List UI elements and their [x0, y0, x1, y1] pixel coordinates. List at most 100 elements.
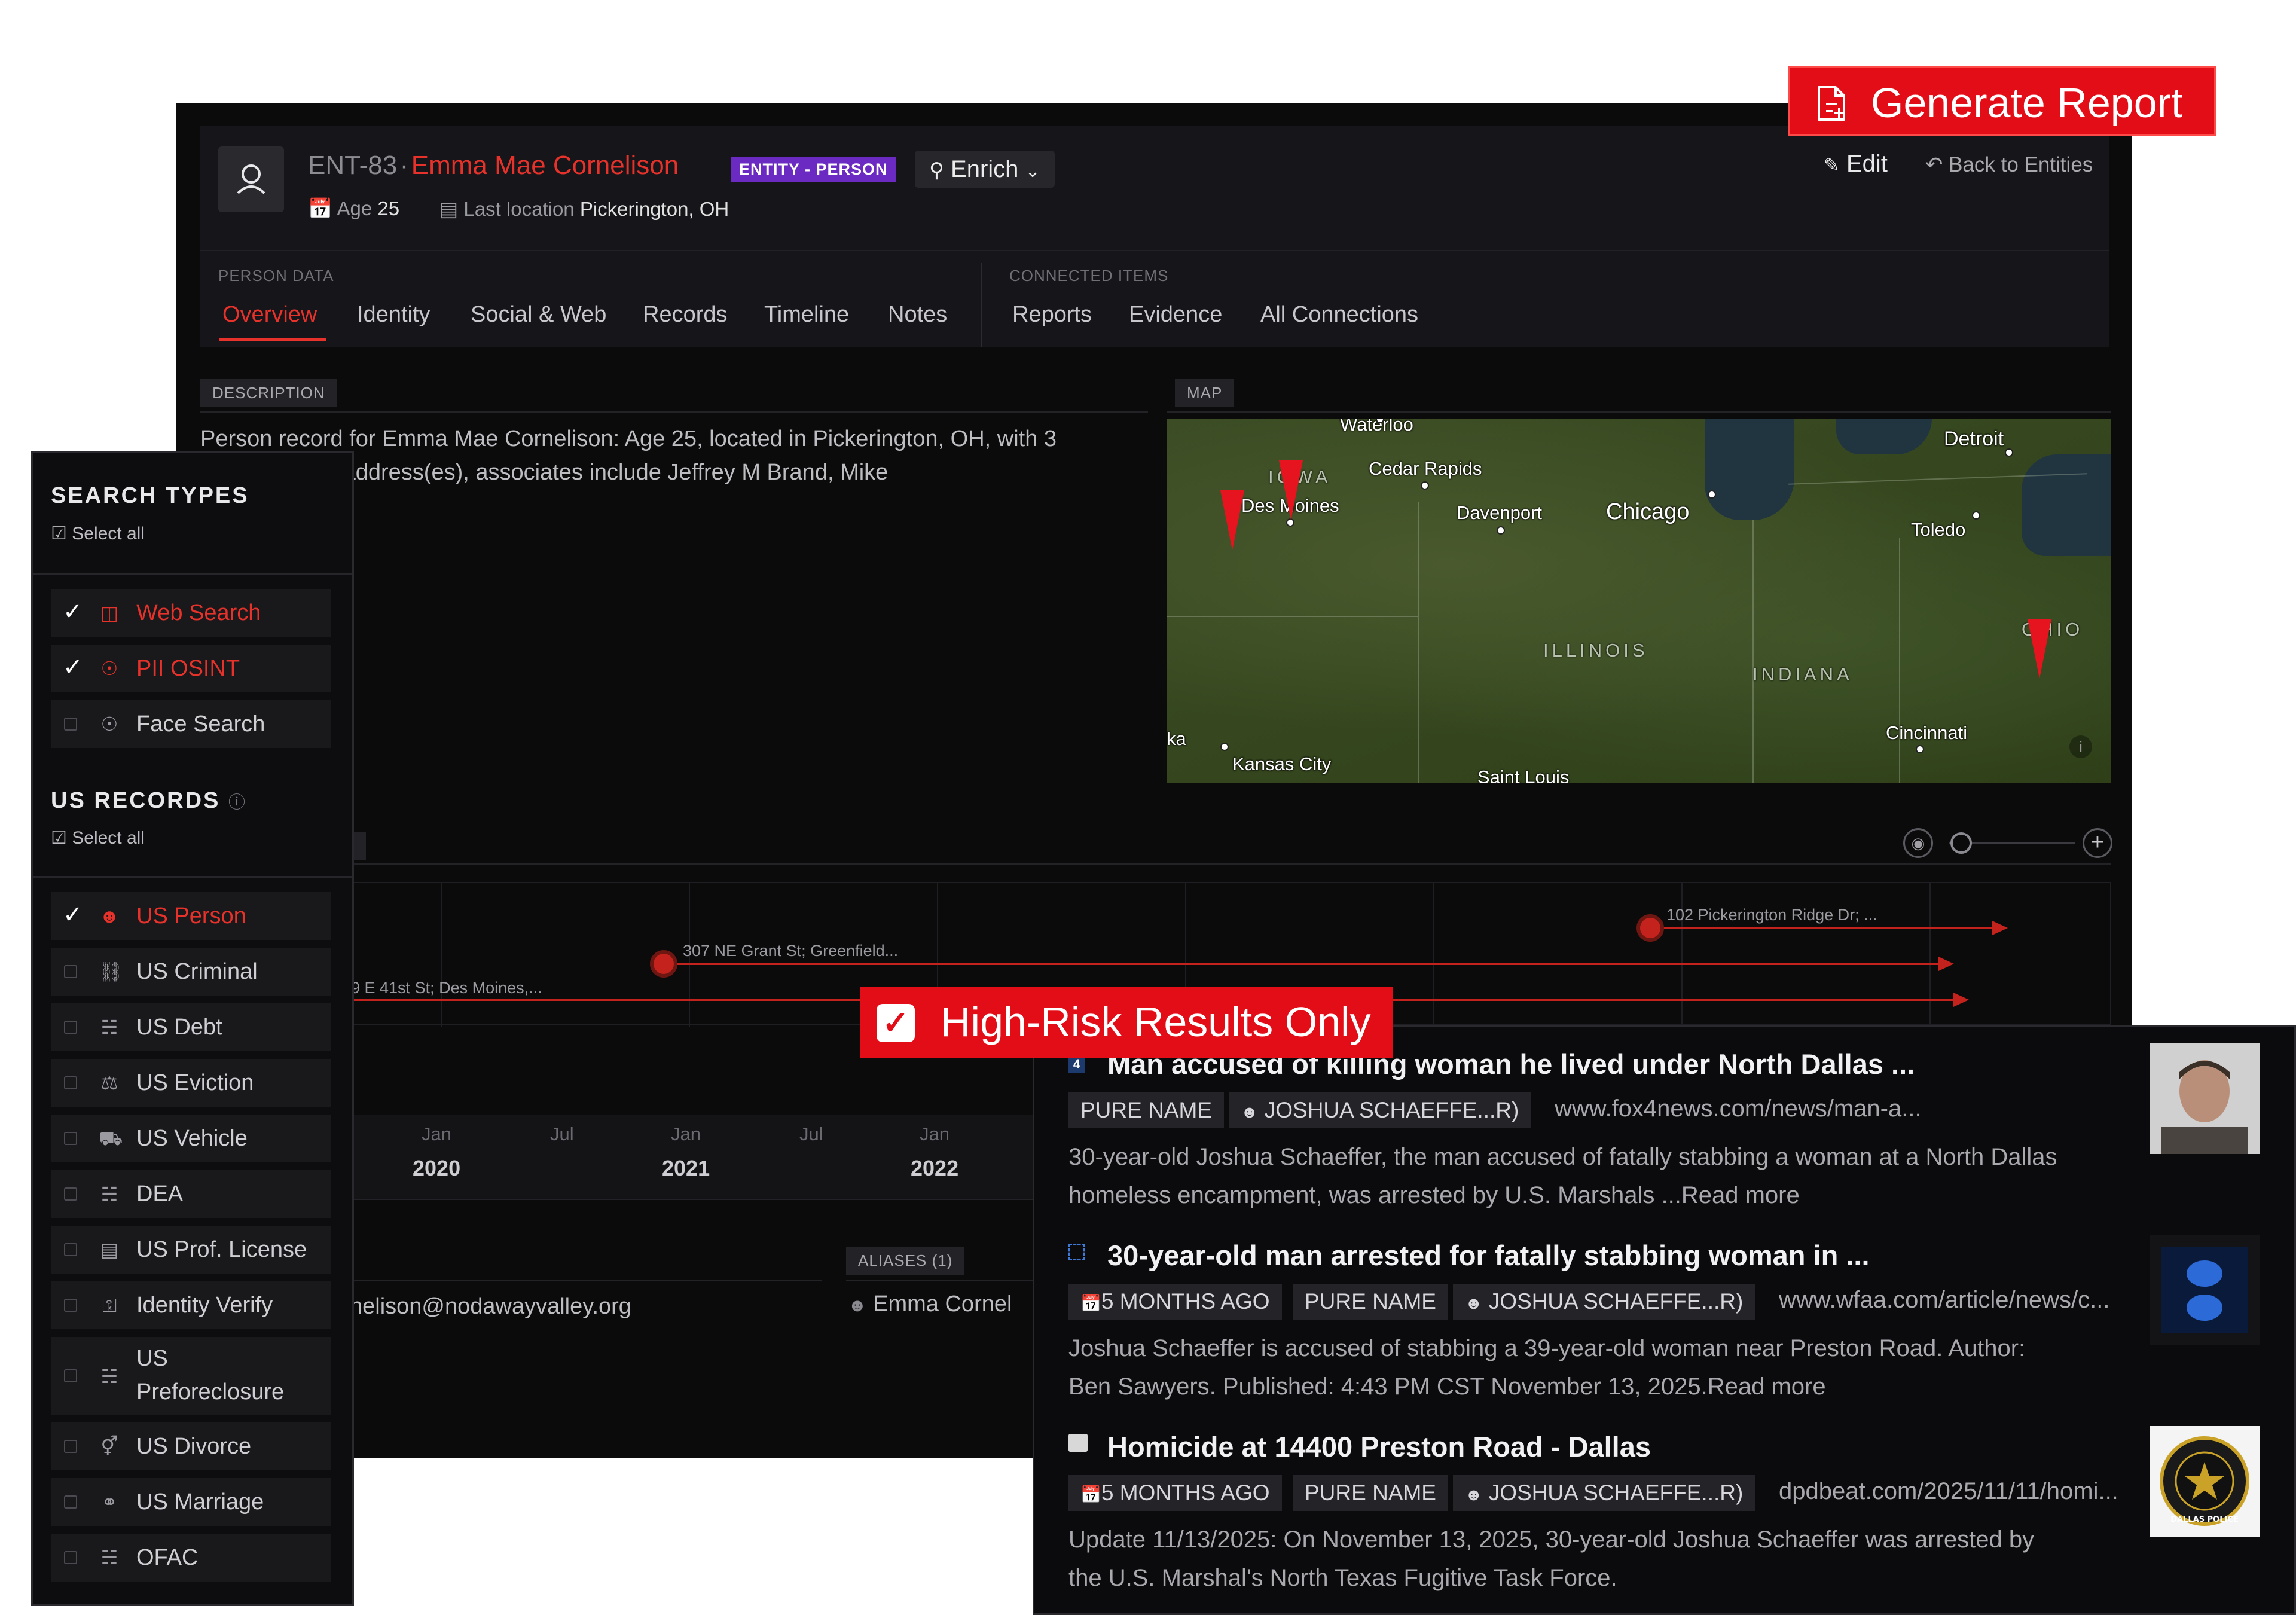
record-us-marriage[interactable]: ⚭ US Marriage	[51, 1478, 331, 1526]
record-label: US Criminal	[136, 959, 258, 984]
back-to-entities-link[interactable]: ↶ Back to Entities	[1925, 153, 2093, 177]
info-icon[interactable]: ⓘ	[228, 793, 245, 811]
record-label: US Debt	[136, 1015, 222, 1040]
result-url[interactable]: dpdbeat.com/2025/11/11/homi...	[1779, 1478, 2118, 1505]
result-url[interactable]: www.fox4news.com/news/man-a...	[1555, 1095, 1922, 1122]
search-type-pii-osint[interactable]: ✓ ☉ PII OSINT	[51, 645, 331, 692]
record-us-person[interactable]: ✓ ☻ US Person	[51, 892, 331, 940]
record-us-preforeclosure[interactable]: ☵ US Preforeclosure	[51, 1337, 331, 1415]
map-city: Cincinnati	[1886, 722, 1968, 743]
map-city: Cedar Rapids	[1369, 458, 1482, 479]
document-add-icon	[1818, 86, 1845, 121]
result-title[interactable]: 30-year-old man arrested for fatally sta…	[1107, 1239, 1870, 1272]
source-favicon: 4	[1068, 1055, 1085, 1073]
timeline-arrow	[1938, 957, 1954, 971]
calendar-icon: 📅	[1080, 1294, 1101, 1312]
map-city: Saint Louis	[1477, 767, 1570, 783]
tab-social-web[interactable]: Social & Web	[471, 302, 606, 328]
result-snippet-line: homeless encampment, was arrested by U.S…	[1068, 1182, 1800, 1208]
connected-items-label: CONNECTED ITEMS	[1009, 267, 1169, 285]
map-view[interactable]: Waterloo Cedar Rapids Des Moines Davenpo…	[1167, 419, 2111, 783]
result-snippet-line: the U.S. Marshal's North Texas Fugitive …	[1068, 1565, 1617, 1591]
record-us-criminal[interactable]: ⛓ US Criminal	[51, 948, 331, 996]
eye-icon[interactable]: ◉	[1903, 828, 1933, 858]
axis-month: Jul	[550, 1124, 574, 1144]
high-risk-toggle[interactable]: ✓ High-Risk Results Only	[860, 987, 1393, 1058]
person-icon: ☻	[99, 905, 120, 927]
record-label: US Prof. License	[136, 1237, 307, 1262]
zoom-in-icon[interactable]: +	[2083, 828, 2112, 858]
record-us-debt[interactable]: ☵ US Debt	[51, 1003, 331, 1051]
result-chip: PURE NAME	[1293, 1475, 1448, 1511]
tab-records[interactable]: Records	[643, 302, 728, 328]
record-ofac[interactable]: ☵ OFAC	[51, 1534, 331, 1582]
state-border	[1167, 616, 1418, 617]
location-meta: ▤ Last location Pickerington, OH	[439, 197, 729, 221]
info-icon[interactable]: i	[2069, 735, 2092, 758]
undo-icon: ↶	[1925, 153, 1943, 176]
search-type-face-search[interactable]: ☉ Face Search	[51, 700, 331, 748]
check-icon: ✓	[63, 902, 83, 928]
record-label: US Vehicle	[136, 1126, 248, 1151]
zoom-slider-handle[interactable]	[1950, 832, 1972, 854]
map-pin[interactable]	[1220, 490, 1244, 550]
map-city: Kansas City	[1232, 753, 1332, 774]
city-dot	[1497, 526, 1505, 535]
edit-button[interactable]: ✎ Edit	[1824, 151, 1888, 178]
generate-report-label: Generate Report	[1871, 80, 2183, 126]
age-value: 25	[377, 197, 400, 219]
record-us-eviction[interactable]: ⚖ US Eviction	[51, 1059, 331, 1107]
timeline-marker[interactable]	[1636, 914, 1664, 942]
record-us-divorce[interactable]: ⚥ US Divorce	[51, 1422, 331, 1470]
chevron-down-icon: ⌄	[1025, 161, 1040, 181]
timeline-axis: Jan Jul Jan Jul Jan 2020 2021 2022	[350, 1115, 1055, 1199]
timeline-gridline	[1433, 883, 1434, 1027]
map-label: MAP	[1175, 379, 1235, 407]
select-all-us-records[interactable]: ☑ Select all	[51, 828, 145, 848]
tab-reports[interactable]: Reports	[1012, 302, 1092, 328]
tab-evidence[interactable]: Evidence	[1129, 302, 1222, 328]
map-icon: ▤	[439, 198, 459, 220]
record-us-prof-license[interactable]: ▤ US Prof. License	[51, 1226, 331, 1274]
tab-identity[interactable]: Identity	[357, 302, 430, 328]
email-value: nelison@nodawayvalley.org	[350, 1294, 631, 1319]
lake-erie	[2022, 454, 2111, 556]
tab-notes[interactable]: Notes	[888, 302, 947, 328]
checkbox-empty-icon	[64, 1551, 77, 1564]
entity-type-badge: ENTITY - PERSON	[731, 157, 896, 182]
checkbox-checked-icon: ☑	[51, 828, 67, 848]
axis-month: Jul	[799, 1124, 823, 1144]
tab-timeline[interactable]: Timeline	[764, 302, 849, 328]
enrich-dropdown[interactable]: ⚲ Enrich ⌄	[915, 151, 1055, 188]
split-people-icon: ⚥	[100, 1436, 118, 1457]
aliases-label: ALIASES (1)	[846, 1247, 965, 1275]
license-icon: ▤	[100, 1239, 119, 1260]
result-title[interactable]: Homicide at 14400 Preston Road - Dallas	[1107, 1430, 1651, 1463]
tab-overview[interactable]: Overview	[222, 302, 317, 328]
location-value: Pickerington, OH	[579, 198, 729, 220]
record-us-vehicle[interactable]: ⛟ US Vehicle	[51, 1115, 331, 1162]
map-pin[interactable]	[2028, 619, 2051, 679]
result-url[interactable]: www.wfaa.com/article/news/c...	[1779, 1287, 2110, 1314]
select-all-search-types[interactable]: ☑ Select all	[51, 523, 145, 544]
generate-report-button[interactable]: Generate Report	[1788, 66, 2216, 136]
timeline-arrow	[1992, 921, 2008, 935]
search-type-web-search[interactable]: ✓ ◫ Web Search	[51, 589, 331, 637]
record-label: OFAC	[136, 1545, 199, 1570]
timeline-marker[interactable]	[650, 950, 677, 978]
tab-all-connections[interactable]: All Connections	[1260, 302, 1418, 328]
record-label: US	[136, 1346, 168, 1371]
web-search-icon: ◫	[100, 602, 119, 624]
axis-year: 2020	[413, 1156, 461, 1180]
map-pin[interactable]	[1279, 460, 1303, 520]
result-person-chip: ☻ JOSHUA SCHAEFFE...R)	[1453, 1284, 1755, 1320]
city-dot	[2005, 448, 2013, 457]
map-city: Chicago	[1606, 499, 1690, 524]
pill-hand-icon: ☵	[100, 1183, 118, 1205]
timeline-gridline	[1929, 883, 1931, 1027]
result-snippet-line: Update 11/13/2025: On November 13, 2025,…	[1068, 1527, 2035, 1553]
city-dot	[1972, 511, 1980, 520]
record-identity-verify[interactable]: ⚿ Identity Verify	[51, 1281, 331, 1329]
aliases-rule	[846, 1280, 1033, 1281]
record-dea[interactable]: ☵ DEA	[51, 1170, 331, 1218]
